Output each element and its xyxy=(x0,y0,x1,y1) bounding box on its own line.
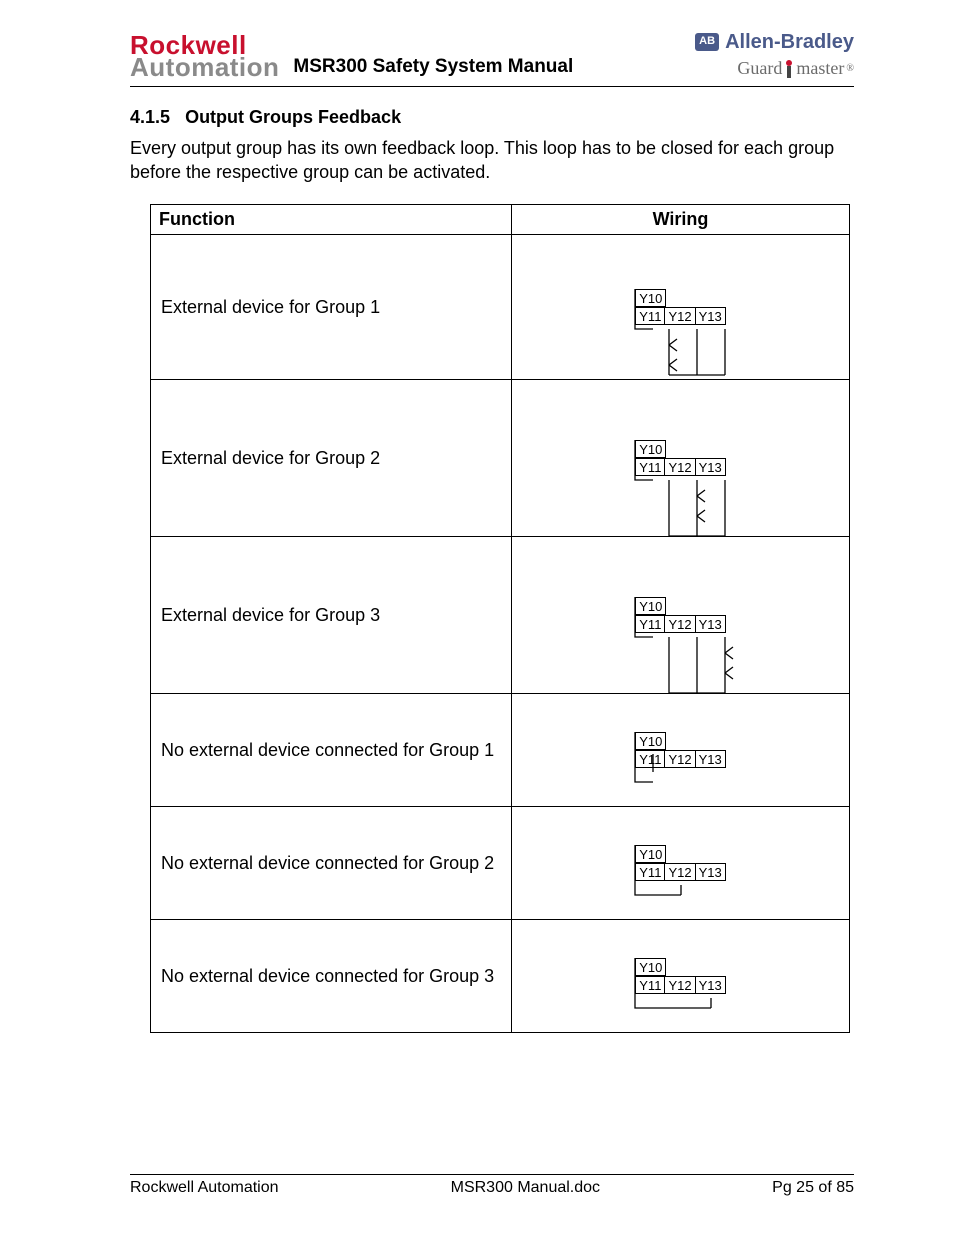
logo-text-automation: Automation xyxy=(130,54,279,80)
wiring-diagram-group3-external: Y10 Y11 Y12 Y13 xyxy=(635,597,725,634)
rockwell-automation-logo: Rockwell Automation xyxy=(130,32,279,80)
table-row: External device for Group 1 Y10 Y11 xyxy=(151,235,850,380)
table-row: External device for Group 3 Y10 Y11 xyxy=(151,537,850,694)
header-left: Rockwell Automation MSR300 Safety System… xyxy=(130,32,573,80)
table-row: No external device connected for Group 1… xyxy=(151,694,850,807)
table-row: No external device connected for Group 3… xyxy=(151,920,850,1033)
guardmaster-left: Guard xyxy=(737,58,782,80)
section-title: Output Groups Feedback xyxy=(185,107,401,127)
function-cell: External device for Group 1 xyxy=(151,235,512,380)
wiring-diagram-group3-none: Y10 Y11 Y12 Y13 xyxy=(635,958,725,995)
footer-right: Pg 25 of 85 xyxy=(772,1179,854,1197)
function-cell: No external device connected for Group 1 xyxy=(151,694,512,807)
wiring-cell: Y10 Y11 Y12 Y13 xyxy=(512,920,850,1033)
wiring-cell: Y10 Y11 Y12 Y13 xyxy=(512,537,850,694)
wiring-cell: Y10 Y11 Y12 Y13 xyxy=(512,380,850,537)
guardmaster-logo: Guard master ® xyxy=(695,58,854,80)
table-row: External device for Group 2 Y10 Y11 xyxy=(151,380,850,537)
guardmaster-right: master xyxy=(796,58,844,80)
column-header-wiring: Wiring xyxy=(512,205,850,235)
function-cell: No external device connected for Group 2 xyxy=(151,807,512,920)
ab-badge-icon: AB xyxy=(695,33,719,50)
section-paragraph: Every output group has its own feedback … xyxy=(130,136,854,185)
registered-icon: ® xyxy=(846,63,854,75)
section-heading: 4.1.5 Output Groups Feedback xyxy=(130,107,854,128)
function-cell: External device for Group 2 xyxy=(151,380,512,537)
wiring-diagram-group2-external: Y10 Y11 Y12 Y13 xyxy=(635,440,725,477)
function-cell: No external device connected for Group 3 xyxy=(151,920,512,1033)
guardmaster-person-icon xyxy=(784,60,794,78)
wiring-cell: Y10 Y11 Y12 Y13 xyxy=(512,235,850,380)
wiring-cell: Y10 Y11 Y12 Y13 xyxy=(512,807,850,920)
table-row: No external device connected for Group 2… xyxy=(151,807,850,920)
wiring-diagram-group1-external: Y10 Y11 Y12 Y13 xyxy=(635,289,725,326)
feedback-table: Function Wiring External device for Grou… xyxy=(150,204,850,1033)
page-footer: Rockwell Automation MSR300 Manual.doc Pg… xyxy=(130,1174,854,1197)
manual-title: MSR300 Safety System Manual xyxy=(293,56,573,80)
wiring-diagram-group1-none: Y10 Y11 Y12 Y13 xyxy=(635,732,725,769)
column-header-function: Function xyxy=(151,205,512,235)
function-cell: External device for Group 3 xyxy=(151,537,512,694)
footer-center: MSR300 Manual.doc xyxy=(451,1179,600,1197)
allen-bradley-logo: AB Allen-Bradley xyxy=(695,30,854,54)
section-number: 4.1.5 xyxy=(130,107,170,128)
page-header: Rockwell Automation MSR300 Safety System… xyxy=(130,30,854,87)
wiring-diagram-group2-none: Y10 Y11 Y12 Y13 xyxy=(635,845,725,882)
footer-left: Rockwell Automation xyxy=(130,1179,279,1197)
header-right: AB Allen-Bradley Guard master ® xyxy=(695,30,854,80)
allen-bradley-text: Allen-Bradley xyxy=(725,30,854,54)
